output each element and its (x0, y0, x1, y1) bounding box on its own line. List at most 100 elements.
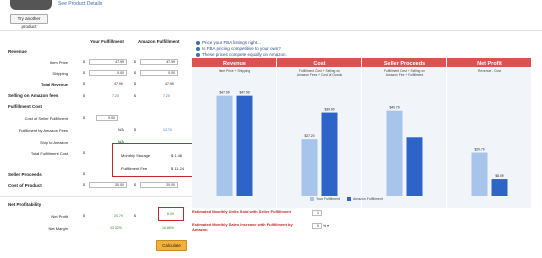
legend-amazon: Amazon Fulfillment (352, 197, 383, 201)
amazon-net-profit: 8.09 (167, 212, 174, 216)
try-another-product-button[interactable]: Try another product (10, 14, 48, 29)
chart-column-title: Net Profit (477, 61, 502, 67)
divider (0, 30, 542, 31)
label-net-profit: Net Profit (51, 214, 68, 219)
fulfillment-fee-label: Fulfillment Fee (121, 166, 148, 171)
bar-label-your: $47.99 (219, 91, 229, 95)
your-net-profit: 20.79 (114, 214, 123, 218)
bullet-item[interactable]: Price your FBA listings right... (196, 40, 287, 45)
chart-column-subtitle: Amazon Fee + Fulfillment (386, 73, 424, 77)
units-sold-input[interactable]: 1 (312, 210, 322, 216)
fee-comparison-chart: Revenue Item Price + Shipping $47.99 $47.99… (192, 58, 532, 208)
amazon-selling-fees-link[interactable]: 7.20 (163, 94, 170, 98)
bar-your-fulfillment (471, 152, 488, 196)
bar-label-amazon: $39.90 (324, 108, 334, 112)
monthly-storage-value: $ 1.46 (171, 153, 183, 158)
bar-amazon-fulfillment (321, 112, 338, 196)
chart-svg: Revenue Item Price + Shipping $47.99 $47.99… (192, 58, 531, 208)
legend-swatch-amazon (346, 197, 351, 202)
amazon-cost-of-product-input[interactable]: 20.00 (140, 182, 178, 188)
bar-your-fulfillment (386, 110, 403, 196)
bar-amazon-fulfillment (406, 137, 423, 196)
currency: $ (134, 60, 136, 64)
sales-increase-question: Estimated Monthly Sales Increase with Fu… (192, 222, 293, 232)
label-selling-fees: Selling on Amazon fees (8, 93, 59, 98)
label-cost-seller: Cost of Seller Fulfillment (24, 116, 68, 121)
bar-label-your: $20.79 (474, 148, 484, 152)
legend-swatch-your (310, 197, 314, 202)
bullet-icon (196, 52, 200, 57)
your-item-price-input[interactable]: 47.99 (89, 59, 127, 65)
currency: $ (83, 116, 85, 120)
chart-column-subtitle: Revenue - Cost (478, 69, 501, 73)
legend-your: Your Fulfillment (316, 197, 340, 201)
label-total-fulfillment: Total Fulfillment Cost (30, 151, 68, 156)
bar-label-amazon: $8.09 (495, 174, 503, 178)
chart-column-title: Seller Proceeds (384, 61, 425, 67)
your-cost-seller-input[interactable]: 0.00 (96, 115, 118, 121)
percent-label: % (323, 224, 327, 228)
your-cost-of-product-input[interactable]: 20.00 (89, 182, 127, 188)
sales-increase-input[interactable]: 0 (312, 223, 322, 229)
currency: $ (83, 82, 85, 86)
currency: $ (134, 214, 136, 218)
amazon-net-margin: 16.86% (162, 226, 174, 230)
currency: $ (134, 183, 136, 187)
amazon-total-revenue: 47.99 (165, 82, 174, 86)
currency: $ (83, 151, 85, 155)
your-total-revenue: 47.99 (114, 82, 123, 86)
bar-your-fulfillment (301, 139, 318, 196)
currency: $ (83, 71, 85, 75)
label-total-revenue: Total Revenue (40, 82, 68, 87)
currency: $ (83, 183, 85, 187)
label-ship-to-amazon: Ship to Amazon (39, 140, 68, 145)
monthly-storage-label: Monthly Storage (121, 153, 151, 158)
amazon-item-price-input[interactable]: 47.99 (140, 59, 178, 65)
bar-your-fulfillment (216, 95, 233, 196)
chart-column-bg (447, 58, 531, 208)
chart-column-title: Revenue (223, 61, 246, 67)
units-sold-question: Estimated Monthly Units Sold with Seller… (192, 209, 291, 214)
amazon-fba-fees-link[interactable]: 12.70 (163, 128, 172, 132)
col-header-amazon: Amazon Fulfillment (138, 39, 180, 44)
see-product-details-link[interactable]: See Product Details (58, 1, 102, 7)
calculate-button[interactable]: Calculate (156, 240, 187, 251)
product-image (10, 0, 52, 10)
label-net-margin: Net Margin (48, 226, 68, 231)
currency: $ (83, 214, 85, 218)
label-cost-of-product: Cost of Product (8, 183, 42, 188)
currency: $ (83, 60, 85, 64)
your-selling-fees-link[interactable]: 7.20 (112, 94, 119, 98)
your-net-margin: 43.32% (110, 226, 122, 230)
chart-column-bg (277, 58, 361, 208)
your-shipping-input[interactable]: 0.00 (89, 70, 127, 76)
section-net-profitability: Net Profitability (8, 202, 42, 207)
bar-label-your: $27.20 (304, 134, 314, 138)
label-item-price: Item Price (49, 60, 68, 65)
currency: $ (134, 128, 136, 132)
bullet-item[interactable]: Is FBA pricing competitive to your own? (196, 46, 287, 51)
bar-label-amazon: $47.99 (239, 91, 249, 95)
currency: $ (83, 172, 85, 176)
chart-legend: Your Fulfillment Amazon Fulfillment (310, 197, 383, 202)
bullet-icon (196, 40, 200, 45)
label-shipping: Shipping (52, 71, 68, 76)
section-revenue: Revenue (8, 49, 27, 54)
currency: $ (134, 71, 136, 75)
divider (0, 196, 192, 197)
col-header-your: Your Fulfillment (90, 39, 124, 44)
section-fulfillment-cost: Fulfillment Cost (8, 104, 42, 109)
label-seller-proceeds: Seller Proceeds (8, 172, 42, 177)
currency: $ (134, 82, 136, 86)
currency: $ (134, 94, 136, 98)
bullet-item: These prices compete equally on Amazon. (196, 52, 287, 57)
chart-column-bg (192, 58, 276, 208)
your-fba-fees: N/A (118, 128, 124, 132)
chart-column-bg (362, 58, 446, 208)
bullet-icon (196, 46, 200, 51)
chevron-down-icon[interactable]: ▾ (327, 223, 329, 228)
bar-amazon-fulfillment (491, 179, 508, 196)
amazon-shipping-input[interactable]: 0.00 (140, 70, 178, 76)
currency: $ (83, 94, 85, 98)
bar-label-your: $40.79 (389, 106, 399, 110)
